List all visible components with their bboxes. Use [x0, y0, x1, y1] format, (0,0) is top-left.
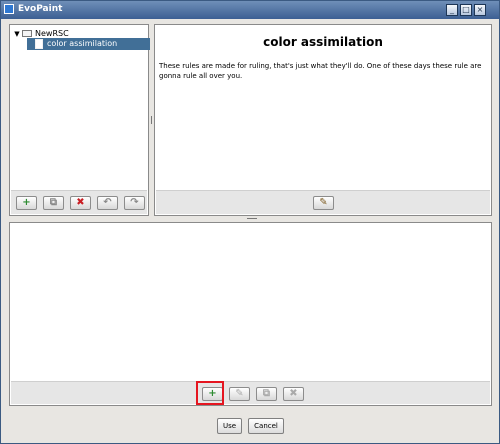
description-panel: color assimilation These rules are made …: [154, 24, 492, 216]
rule-set-tree-panel: ▼ NewRSC color assimilation + ⧉ ✖ ↶ ↷: [9, 24, 150, 216]
title-bar[interactable]: EvoPaint _ □ ×: [1, 1, 499, 19]
description-toolbar: ✎: [156, 190, 490, 214]
expand-toggle-icon[interactable]: ▼: [14, 28, 20, 40]
rule-set-title: color assimilation: [263, 35, 383, 49]
edit-rule-button[interactable]: ✎: [229, 387, 250, 401]
copy-rule-button[interactable]: ⧉: [256, 387, 277, 401]
tree-toolbar: + ⧉ ✖ ↶ ↷: [11, 190, 147, 214]
edit-description-button[interactable]: ✎: [313, 196, 334, 210]
tree-item-label: color assimilation: [47, 39, 118, 48]
delete-rule-button[interactable]: ✖: [283, 387, 304, 401]
import-rule-set-button[interactable]: ↶: [97, 196, 118, 210]
evopaint-window: EvoPaint _ □ × ▼ NewRSC color assimilati…: [0, 0, 500, 444]
maximize-button[interactable]: □: [460, 4, 472, 16]
folder-icon: [22, 30, 32, 37]
export-rule-set-button[interactable]: ↷: [124, 196, 145, 210]
window-title: EvoPaint: [18, 4, 63, 14]
add-rule-set-button[interactable]: +: [16, 196, 37, 210]
close-button[interactable]: ×: [474, 4, 486, 16]
delete-rule-set-button[interactable]: ✖: [70, 196, 91, 210]
document-icon: [35, 39, 43, 49]
copy-rule-set-button[interactable]: ⧉: [43, 196, 64, 210]
rule-set-description: These rules are made for ruling, that's …: [159, 62, 482, 80]
add-rule-highlight: [196, 381, 224, 405]
rules-toolbar: + ✎ ⧉ ✖: [11, 381, 490, 404]
vertical-splitter[interactable]: [150, 24, 153, 216]
use-button[interactable]: Use: [217, 418, 242, 434]
app-icon: [4, 4, 14, 14]
rules-panel: + ✎ ⧉ ✖: [9, 222, 492, 406]
minimize-button[interactable]: _: [446, 4, 458, 16]
tree-item-color-assimilation[interactable]: color assimilation: [27, 38, 150, 50]
cancel-button[interactable]: Cancel: [248, 418, 284, 434]
